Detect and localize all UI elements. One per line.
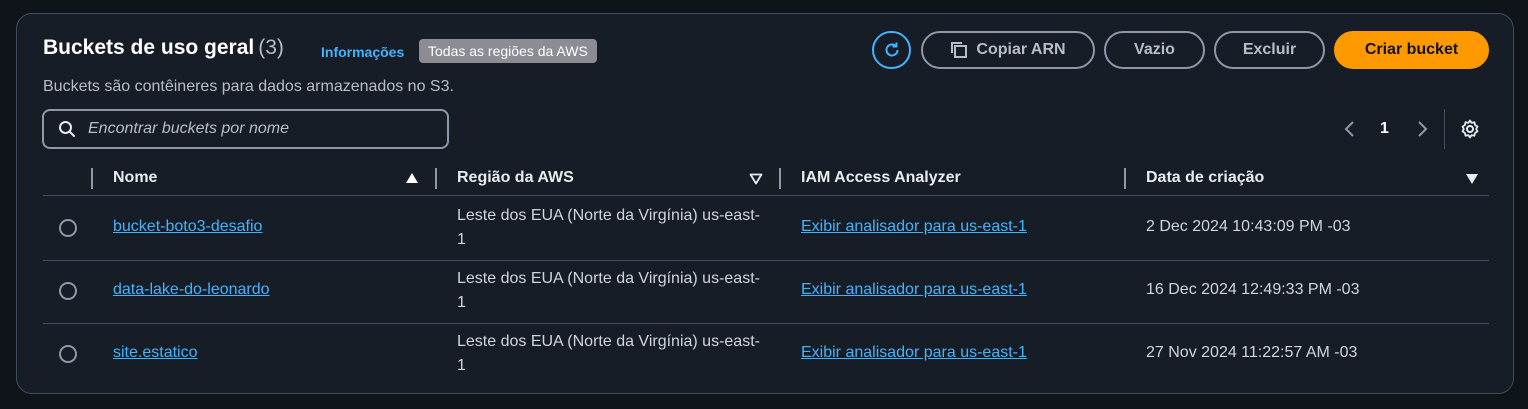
buckets-panel: Buckets de uso geral (3) Informações Toda… [16,13,1514,394]
column-header-iam: IAM Access Analyzer [801,169,961,186]
row-select-radio[interactable] [59,345,77,363]
iam-analyzer-link[interactable]: Exibir analisador para us-east-1 [801,281,1027,299]
title-text: Buckets de uso geral [43,36,255,59]
gear-icon[interactable] [1459,118,1481,140]
iam-analyzer-link[interactable]: Exibir analisador para us-east-1 [801,218,1027,236]
empty-button[interactable]: Vazio [1104,31,1205,69]
creation-date: 27 Nov 2024 11:22:57 AM -03 [1146,344,1358,361]
pagination-divider [1444,109,1445,149]
refresh-icon [885,42,898,57]
column-divider [91,168,93,189]
search-icon [59,121,75,137]
row-select-radio[interactable] [59,282,77,300]
bucket-name-link[interactable]: bucket-boto3-desafio [113,218,262,236]
search-input[interactable] [86,119,430,139]
column-header-region[interactable]: Região da AWS [457,169,574,187]
row-divider [43,260,1489,261]
copy-icon [951,42,968,58]
row-divider [43,323,1489,324]
column-divider[interactable] [779,168,781,189]
chevron-left-icon[interactable] [1343,118,1357,140]
chevron-right-icon[interactable] [1415,118,1429,140]
sort-ascending-icon[interactable] [405,172,419,184]
table-header-divider [43,195,1489,196]
bucket-count: (3) [258,36,284,59]
bucket-region: Leste dos EUA (Norte da Virgínia) us-eas… [457,333,760,374]
delete-button[interactable]: Excluir [1214,31,1325,69]
column-header-name[interactable]: Nome [113,169,157,187]
copy-arn-label: Copiar ARN [976,41,1066,58]
refresh-button[interactable] [872,31,911,69]
region-badge: Todas as regiões da AWS [419,39,597,63]
search-field[interactable] [42,109,449,149]
bucket-region: Leste dos EUA (Norte da Virgínia) us-eas… [457,207,760,248]
page-number[interactable]: 1 [1380,120,1389,138]
bucket-region: Leste dos EUA (Norte da Virgínia) us-eas… [457,270,760,311]
creation-date: 2 Dec 2024 10:43:09 PM -03 [1146,218,1351,235]
sort-descending-icon[interactable] [1465,173,1479,185]
sort-icon[interactable] [749,173,763,185]
page-subtitle: Buckets são contêineres para dados armaz… [43,78,454,95]
iam-analyzer-link[interactable]: Exibir analisador para us-east-1 [801,344,1027,362]
column-divider[interactable] [1124,168,1126,189]
column-divider[interactable] [435,168,437,189]
column-header-created[interactable]: Data de criação [1146,169,1264,187]
bucket-name-link[interactable]: site.estatico [113,344,197,362]
copy-arn-button[interactable]: Copiar ARN [921,31,1095,69]
page-title: Buckets de uso geral (3) [43,36,284,60]
info-link[interactable]: Informações [321,44,404,60]
row-select-radio[interactable] [59,219,77,237]
bucket-name-link[interactable]: data-lake-do-leonardo [113,281,270,299]
create-bucket-button[interactable]: Criar bucket [1334,31,1489,69]
creation-date: 16 Dec 2024 12:49:33 PM -03 [1146,281,1360,298]
